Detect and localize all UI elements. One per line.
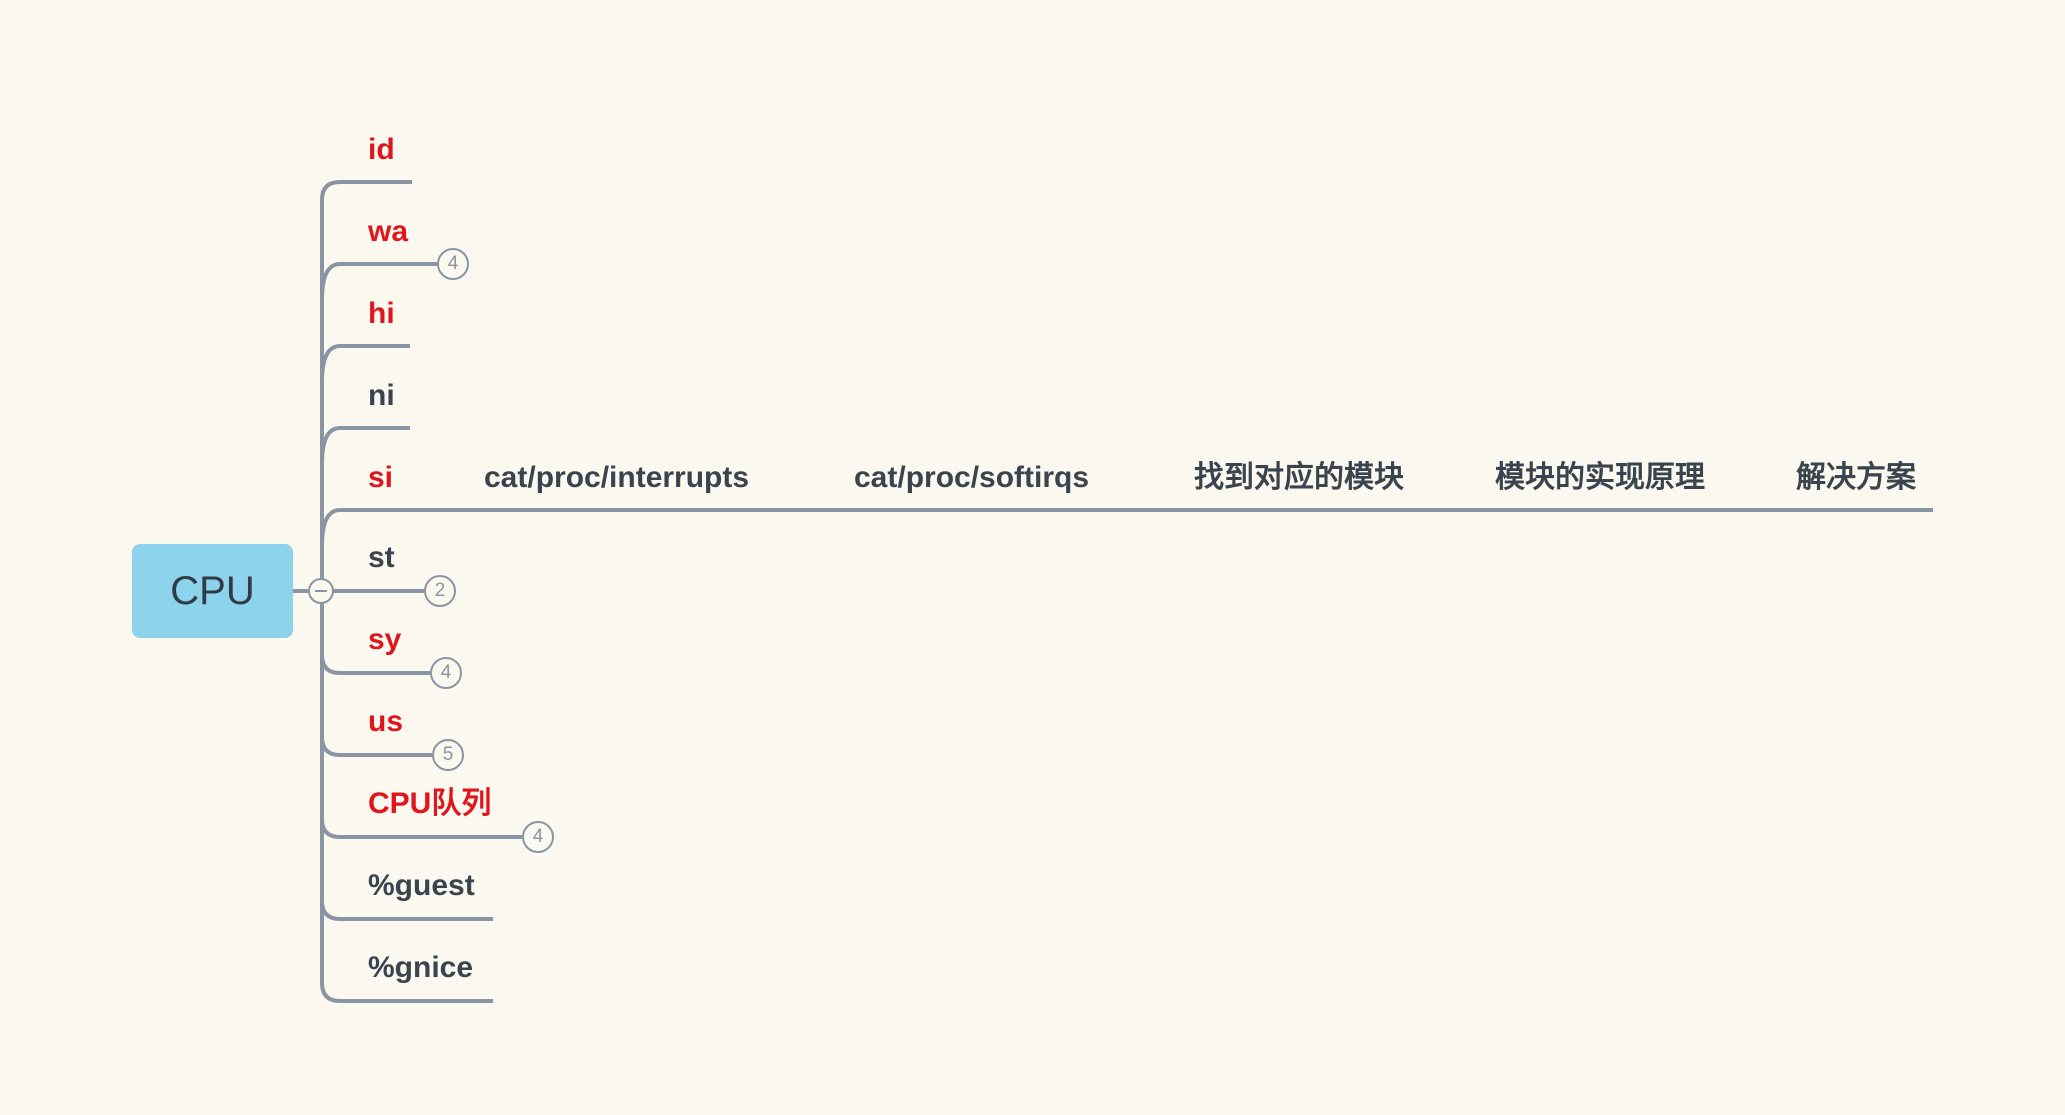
branch-wa-line (320, 262, 437, 301)
topic-cpu-queue[interactable]: CPU队列 (368, 786, 491, 822)
collapsed-count-badge[interactable]: 2 (424, 575, 456, 607)
topic-module-principle[interactable]: 模块的实现原理 (1495, 460, 1705, 496)
collapsed-count-badge[interactable]: 5 (432, 739, 464, 771)
topic-wa[interactable]: wa (368, 214, 408, 250)
topic-guest[interactable]: %guest (368, 868, 475, 904)
branch-hi-line (320, 344, 410, 383)
topic-hi[interactable]: hi (368, 296, 395, 332)
collapsed-count-badge[interactable]: 4 (430, 657, 462, 689)
topic-si[interactable]: si (368, 460, 393, 496)
branch-ni-line (320, 426, 410, 465)
topic-softirqs[interactable]: cat/proc/softirqs (854, 460, 1089, 496)
topic-us[interactable]: us (368, 704, 403, 740)
topic-interrupts[interactable]: cat/proc/interrupts (484, 460, 749, 496)
root-topic[interactable]: CPU (132, 544, 293, 638)
branch-si-line (320, 508, 1933, 547)
mindmap-connectors (293, 180, 1933, 1003)
collapsed-count-badge[interactable]: 4 (522, 821, 554, 853)
collapse-icon[interactable] (308, 578, 334, 604)
collapsed-count-badge[interactable]: 4 (437, 248, 469, 280)
topic-ni[interactable]: ni (368, 378, 395, 414)
topic-gnice[interactable]: %gnice (368, 950, 473, 986)
topic-sy[interactable]: sy (368, 622, 401, 658)
topic-id[interactable]: id (368, 132, 395, 168)
topic-st[interactable]: st (368, 540, 395, 576)
topic-solution[interactable]: 解决方案 (1796, 460, 1916, 496)
topic-find-module[interactable]: 找到对应的模块 (1194, 460, 1404, 496)
